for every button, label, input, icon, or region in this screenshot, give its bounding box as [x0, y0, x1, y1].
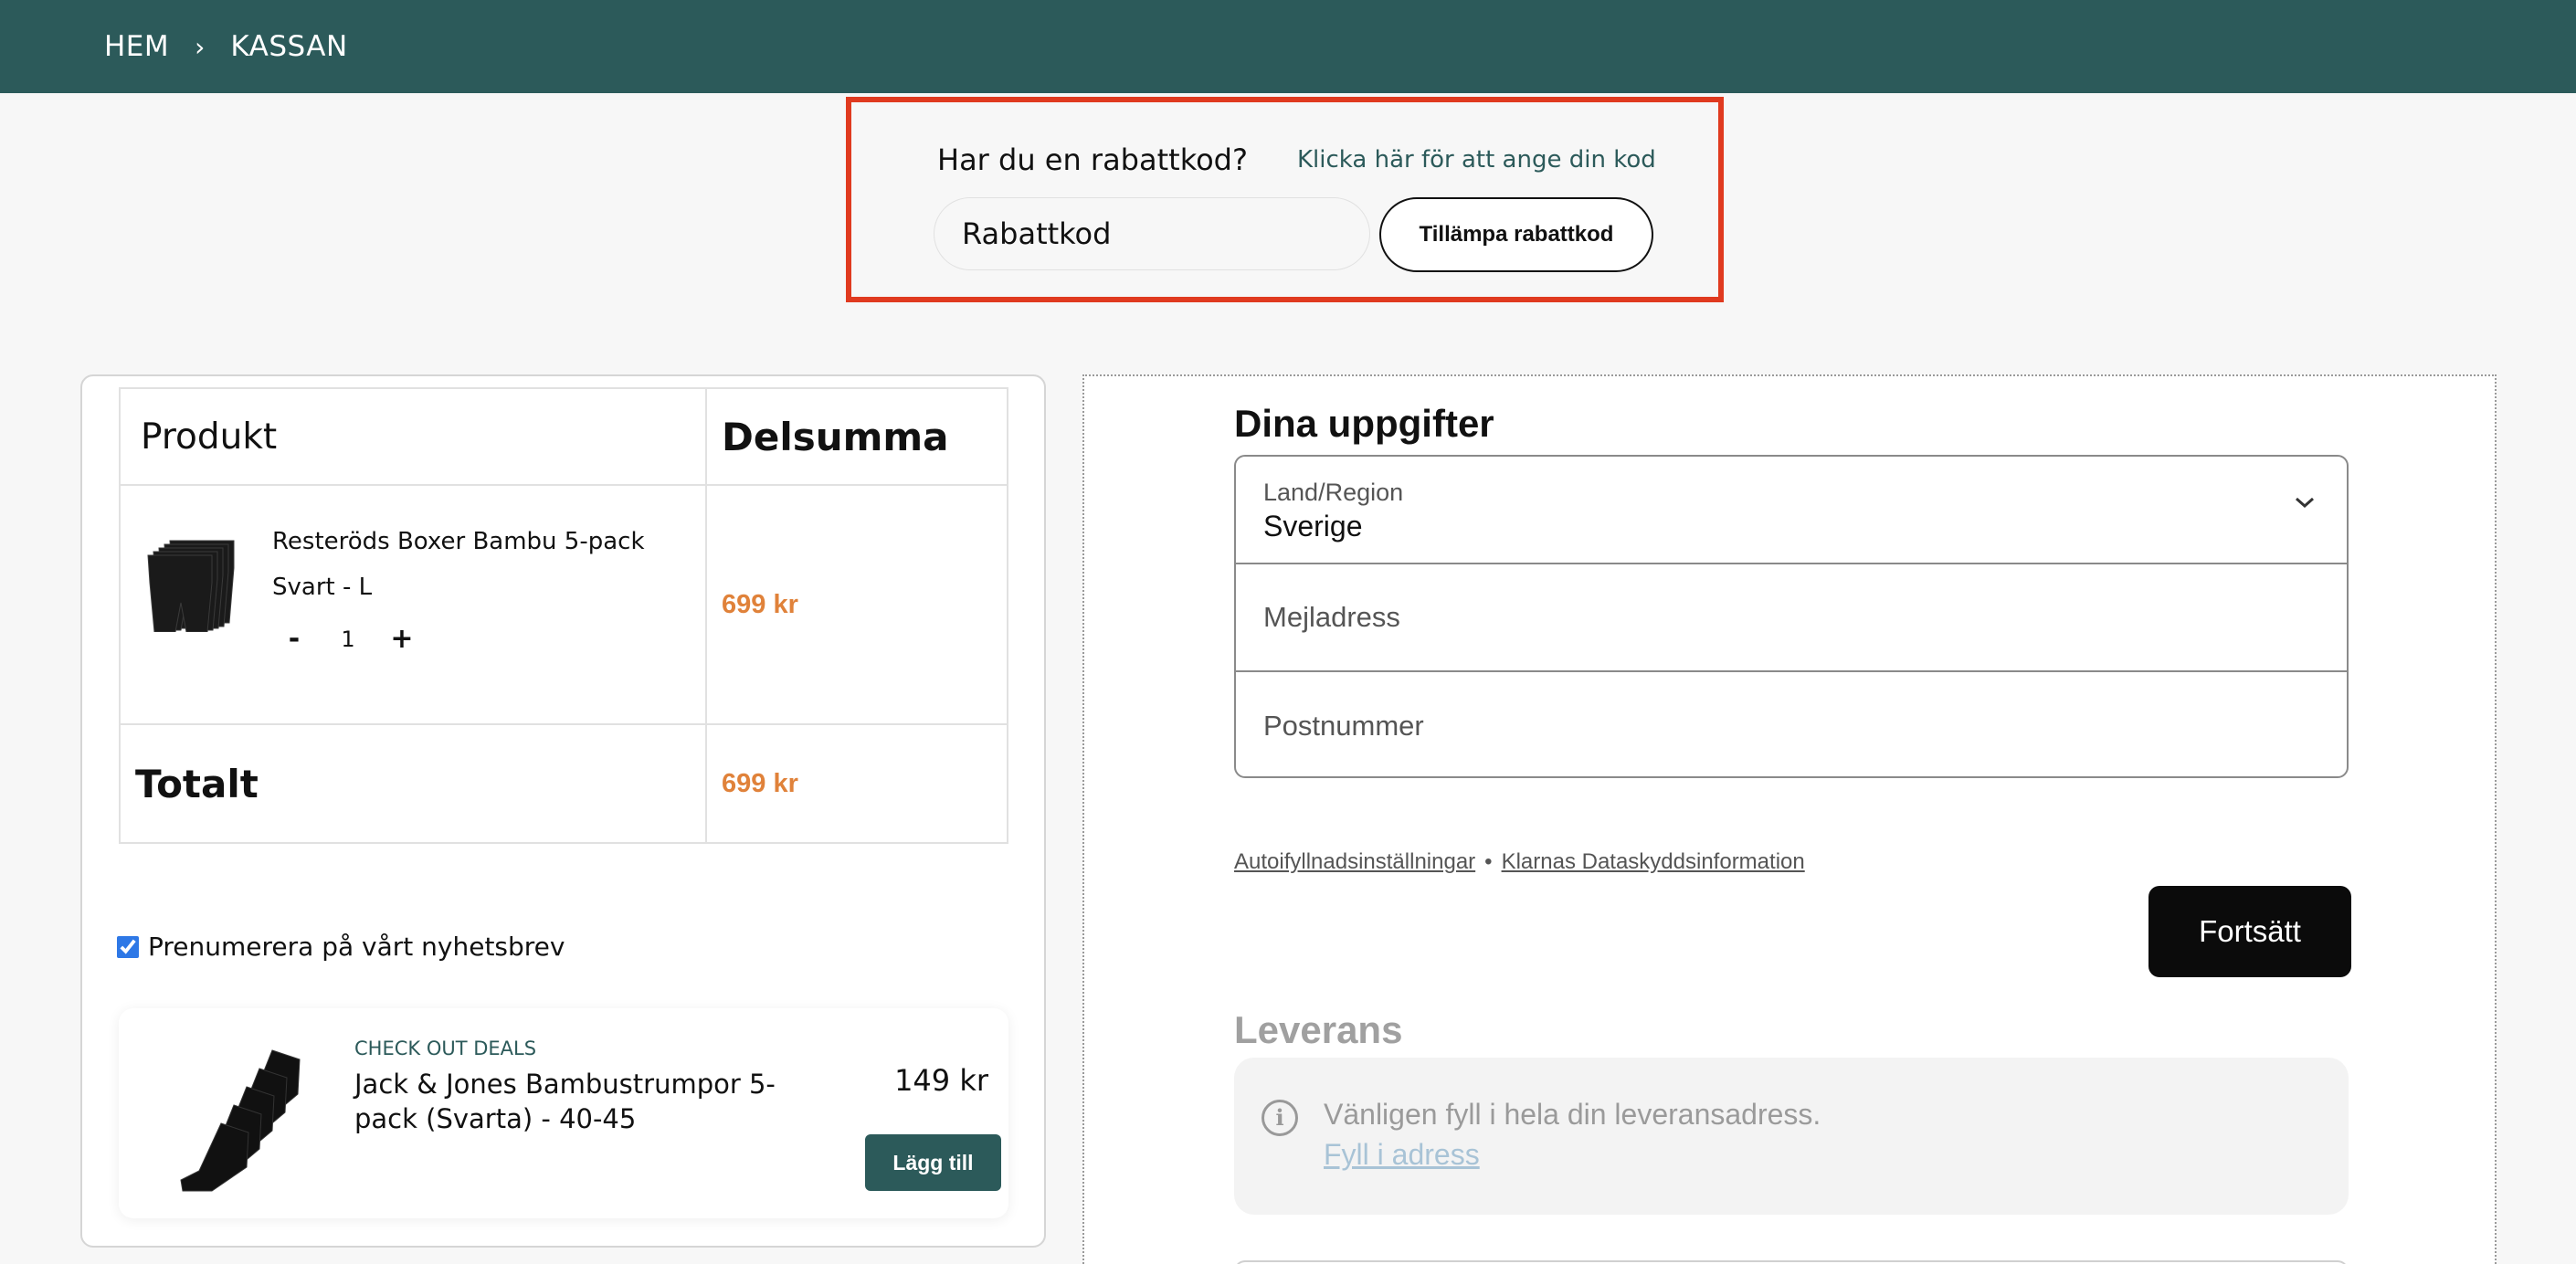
- info-icon: i: [1262, 1100, 1298, 1136]
- total-row: Totalt 699 kr: [119, 723, 1008, 844]
- column-header-product: Produkt: [119, 387, 707, 486]
- order-summary-panel: Produkt Delsumma Resteröds Boxer Bambu 5…: [80, 374, 1046, 1248]
- boxer-product-image: [147, 540, 235, 632]
- newsletter-checkbox[interactable]: [117, 935, 139, 958]
- checkout-panel: Dina uppgifter Land/Region Sverige Autoi…: [1082, 374, 2497, 1264]
- deal-card: CHECK OUT DEALS Jack & Jones Bambustrump…: [119, 1008, 1008, 1218]
- delivery-info-box: i Vänligen fyll i hela din leveransadres…: [1234, 1058, 2349, 1215]
- coupon-input[interactable]: [934, 197, 1370, 270]
- newsletter-label: Prenumerera på vårt nyhetsbrev: [148, 932, 565, 962]
- enter-code-link[interactable]: Klicka här för att ange din kod: [1297, 146, 1656, 174]
- country-value: Sverige: [1263, 510, 1363, 542]
- product-name: Resteröds Boxer Bambu 5-pack Svart - L: [272, 528, 645, 601]
- breadcrumb-current: KASSAN: [230, 30, 348, 63]
- apply-coupon-button[interactable]: Tillämpa rabattkod: [1379, 197, 1653, 272]
- table-row: Resteröds Boxer Bambu 5-pack Svart - L -…: [119, 484, 1008, 725]
- privacy-info-link[interactable]: Klarnas Dataskyddsinformation: [1502, 849, 1805, 875]
- increase-quantity-button[interactable]: +: [380, 623, 424, 655]
- delivery-info-text: Vänligen fyll i hela din leveransadress.: [1324, 1098, 1821, 1131]
- product-cell: Resteröds Boxer Bambu 5-pack Svart - L -…: [119, 484, 707, 725]
- socks-product-image: [180, 1049, 301, 1192]
- coupon-section: Har du en rabattkod? Klicka här för att …: [846, 97, 1724, 302]
- footer-links: Autoifyllnadsinställningar • Klarnas Dat…: [1234, 849, 1805, 875]
- deal-price: 149 kr: [894, 1063, 988, 1098]
- breadcrumb-home-link[interactable]: HEM: [104, 30, 169, 63]
- next-field-edge: [1234, 1260, 2349, 1264]
- quantity-stepper: - 1 +: [272, 623, 424, 655]
- decrease-quantity-button[interactable]: -: [272, 623, 316, 655]
- chevron-down-icon: [2296, 497, 2314, 509]
- details-form: Land/Region Sverige: [1234, 455, 2349, 778]
- email-field[interactable]: [1236, 564, 2347, 670]
- total-label: Totalt: [119, 723, 707, 844]
- delivery-heading: Leverans: [1234, 1008, 1403, 1051]
- quantity-value[interactable]: 1: [316, 627, 380, 652]
- fill-address-link[interactable]: Fyll i adress: [1324, 1138, 1480, 1172]
- country-label: Land/Region: [1263, 479, 1404, 506]
- continue-button[interactable]: Fortsätt: [2148, 886, 2351, 977]
- header-bar: HEM › KASSAN: [0, 0, 2576, 93]
- details-heading: Dina uppgifter: [1234, 402, 1494, 445]
- deal-tag: CHECK OUT DEALS: [354, 1038, 537, 1059]
- deal-product-name[interactable]: Jack & Jones Bambustrumpor 5-pack (Svart…: [354, 1067, 784, 1136]
- column-header-subtotal: Delsumma: [705, 387, 1008, 486]
- breadcrumb: HEM › KASSAN: [104, 30, 348, 63]
- chevron-right-icon: ›: [195, 31, 206, 62]
- autofill-settings-link[interactable]: Autoifyllnadsinställningar: [1234, 849, 1475, 875]
- email-field-wrapper: [1236, 564, 2347, 672]
- zip-field-wrapper: [1236, 672, 2347, 776]
- link-separator: •: [1484, 849, 1493, 874]
- coupon-question: Har du en rabattkod?: [937, 142, 1248, 177]
- newsletter-option[interactable]: Prenumerera på vårt nyhetsbrev: [117, 932, 565, 962]
- postal-code-field[interactable]: [1236, 672, 2347, 776]
- country-select[interactable]: Land/Region Sverige: [1236, 457, 2347, 564]
- add-deal-button[interactable]: Lägg till: [865, 1134, 1001, 1191]
- total-value: 699 kr: [705, 723, 1008, 844]
- order-table: Produkt Delsumma Resteröds Boxer Bambu 5…: [119, 387, 1008, 844]
- product-subtotal: 699 kr: [705, 484, 1008, 725]
